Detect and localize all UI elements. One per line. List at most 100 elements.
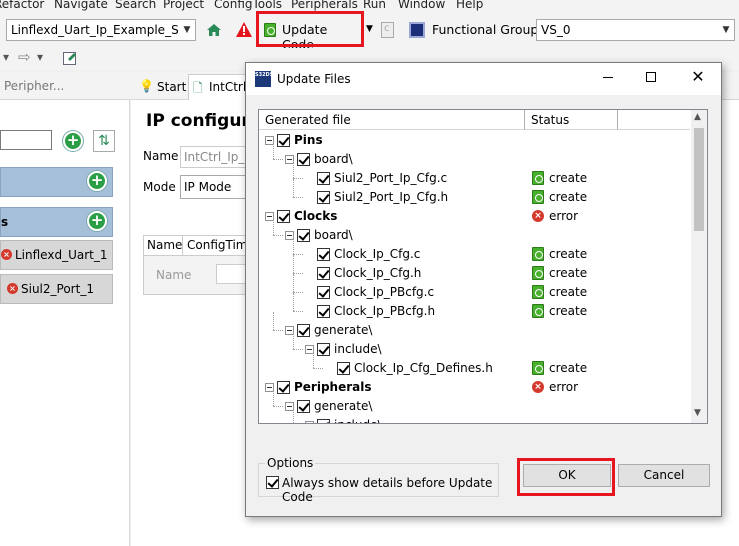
- scroll-down-icon[interactable]: ▼: [694, 408, 701, 418]
- tree-row-checkbox[interactable]: [277, 210, 290, 223]
- tree-row-checkbox[interactable]: [317, 419, 330, 423]
- tree-row-checkbox[interactable]: [317, 286, 330, 299]
- menu-navigate[interactable]: Navigate: [54, 0, 108, 11]
- forward-dropdown-icon[interactable]: ▾: [37, 50, 43, 64]
- add-component-icon[interactable]: +: [87, 211, 107, 231]
- component-item-siul2[interactable]: × Siul2_Port_1: [0, 274, 113, 304]
- tree-row[interactable]: Clock_Ip_Cfg.h create: [259, 255, 689, 283]
- tree-row-status: create: [549, 171, 588, 185]
- tree-row[interactable]: board\: [259, 217, 689, 245]
- menu-help[interactable]: Help: [456, 0, 483, 11]
- menu-run[interactable]: Run: [363, 0, 386, 11]
- project-combo[interactable]: Linflexd_Uart_Ip_Example_S32G2 ▼: [6, 19, 196, 41]
- tree-connector: [273, 159, 283, 160]
- tree-row-checkbox[interactable]: [317, 191, 330, 204]
- forward-arrow-icon[interactable]: ⇨: [18, 48, 31, 66]
- tree-connector: [313, 350, 314, 368]
- filter-input[interactable]: [0, 130, 52, 150]
- component-group-bar-1[interactable]: +: [0, 167, 113, 197]
- tree-row[interactable]: Peripherals × error: [259, 378, 689, 397]
- tree-row[interactable]: include\: [259, 331, 689, 359]
- maximize-icon[interactable]: [646, 72, 656, 82]
- menu-peripherals[interactable]: Peripherals: [291, 0, 358, 11]
- tree-row-label: Clocks: [294, 209, 338, 223]
- tree-row[interactable]: include\: [259, 407, 689, 423]
- disabled-doc-icon[interactable]: c: [381, 22, 394, 38]
- name-field-value: IntCtrl_Ip_1: [184, 150, 252, 164]
- add-component-icon[interactable]: +: [87, 171, 107, 191]
- tab-start[interactable]: 💡 Start: [135, 76, 187, 100]
- tree-row-checkbox[interactable]: [277, 134, 290, 147]
- tree-row-checkbox[interactable]: [317, 305, 330, 318]
- tree-row[interactable]: Clock_Ip_PBcfg.c create: [259, 274, 689, 302]
- always-show-checkbox[interactable]: [266, 476, 279, 489]
- tree-row-checkbox[interactable]: [277, 381, 290, 394]
- tree-row-checkbox[interactable]: [317, 248, 330, 261]
- column-header-generated-file[interactable]: Generated file: [259, 110, 525, 130]
- tree-row-checkbox[interactable]: [317, 172, 330, 185]
- mode-select[interactable]: IP Mode: [180, 175, 250, 199]
- update-code-dropdown-icon[interactable]: ▼: [366, 24, 373, 34]
- tree-row-status: create: [549, 304, 588, 318]
- tree-row[interactable]: Clocks × error: [259, 207, 689, 226]
- menu-bar: Refactor Navigate Search Project ConfigT…: [0, 0, 739, 12]
- tree-connector: [293, 254, 303, 255]
- tree-row-label: Clock_Ip_PBcfg.c: [334, 285, 435, 299]
- tree-row[interactable]: generate\: [259, 388, 689, 416]
- column-header-name[interactable]: Name: [147, 238, 182, 252]
- scroll-up-icon[interactable]: ▲: [694, 112, 701, 122]
- component-item-label: Linflexd_Uart_1: [15, 248, 108, 262]
- tree-connector: [293, 292, 303, 293]
- tree-row-checkbox[interactable]: [337, 362, 350, 375]
- dropdown-icon[interactable]: ▾: [3, 50, 9, 64]
- tree-row[interactable]: board\: [259, 141, 689, 169]
- functional-group-combo[interactable]: VS_0 ▼: [536, 19, 735, 41]
- component-item-linflexd[interactable]: × Linflexd_Uart_1: [0, 240, 113, 270]
- sort-icon[interactable]: ⇅: [93, 130, 115, 152]
- tree-row[interactable]: generate\: [259, 312, 689, 340]
- add-icon[interactable]: +: [63, 131, 83, 151]
- tree-row[interactable]: Clock_Ip_Cfg_Defines.h create: [259, 350, 689, 378]
- tree-connector: [293, 178, 303, 179]
- minimize-icon[interactable]: [603, 77, 613, 78]
- config-table: Name ConfigTime Name: [143, 235, 256, 295]
- peripherals-panel: Peripher... + ⇅ + s + × Linflexd_Uart_1 …: [0, 72, 130, 546]
- tree-row-checkbox[interactable]: [297, 400, 310, 413]
- tree-row[interactable]: Siul2_Port_Ip_Cfg.c create: [259, 160, 689, 188]
- tree-connector: [293, 236, 294, 254]
- column-header-status[interactable]: Status: [525, 110, 618, 130]
- peripherals-tab-bar: Peripher...: [0, 72, 130, 100]
- tree-row-checkbox[interactable]: [317, 343, 330, 356]
- menu-window[interactable]: Window: [398, 0, 445, 11]
- chip-icon[interactable]: [409, 22, 425, 38]
- tree-row[interactable]: Pins: [259, 131, 689, 150]
- name-field[interactable]: IntCtrl_Ip_1: [180, 146, 252, 168]
- menu-search[interactable]: Search: [115, 0, 156, 11]
- tree-row-checkbox[interactable]: [297, 324, 310, 337]
- functional-group-value: VS_0: [541, 23, 571, 37]
- project-combo-value: Linflexd_Uart_Ip_Example_S32G2: [11, 23, 196, 37]
- close-icon[interactable]: ✕: [691, 69, 705, 85]
- tree-row-checkbox[interactable]: [297, 153, 310, 166]
- menu-configtools[interactable]: ConfigTools: [214, 0, 282, 11]
- tree-row[interactable]: Clock_Ip_PBcfg.h create: [259, 293, 689, 321]
- tree-row-checkbox[interactable]: [297, 229, 310, 242]
- tab-peripherals[interactable]: Peripher...: [4, 79, 64, 93]
- tree-row-status: error: [549, 209, 579, 223]
- tree-row[interactable]: Clock_Ip_Cfg.c create: [259, 236, 689, 264]
- scrollbar-thumb[interactable]: [694, 128, 704, 231]
- component-group-bar-2[interactable]: s +: [0, 207, 113, 237]
- menu-project[interactable]: Project: [163, 0, 204, 11]
- tree-row-label: include\: [334, 342, 382, 356]
- cancel-button[interactable]: Cancel: [618, 464, 710, 487]
- collapse-icon[interactable]: [305, 421, 314, 423]
- warning-icon[interactable]: [235, 21, 253, 38]
- edit-icon[interactable]: [63, 52, 76, 65]
- component-group-label: s: [1, 215, 9, 229]
- menu-refactor[interactable]: Refactor: [0, 0, 44, 11]
- tree-row-checkbox[interactable]: [317, 267, 330, 280]
- tree-row[interactable]: Siul2_Port_Ip_Cfg.h create: [259, 179, 689, 207]
- home-icon[interactable]: [206, 22, 222, 38]
- vertical-scrollbar[interactable]: ▲ ▼: [691, 110, 707, 423]
- options-group: Options Always show details before Updat…: [258, 456, 499, 504]
